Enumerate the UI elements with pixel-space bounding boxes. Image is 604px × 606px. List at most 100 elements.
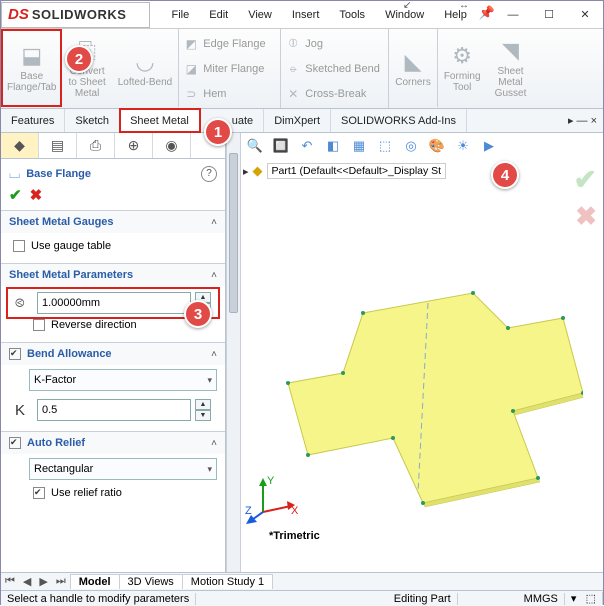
window-controls: — ☐ ✕ (495, 2, 603, 28)
tab-nav-prev[interactable]: ◀ (19, 575, 35, 588)
callout-3: 3 (184, 300, 212, 328)
graphics-viewport[interactable]: 🔍 🔲 ↶ ◧ ▦ ⬚ ◎ 🎨 ☀ ▶ ▸ ◆ Part1 (Default<<… (241, 133, 603, 572)
menu-help[interactable]: Help (434, 5, 477, 25)
tab-dimxpert[interactable]: DimXpert (264, 109, 331, 132)
logo-text: SOLIDWORKS (32, 7, 127, 22)
k-spinner[interactable]: ▲▼ (195, 399, 211, 421)
menu-view[interactable]: View (238, 5, 282, 25)
reverse-direction-checkbox[interactable] (33, 319, 45, 331)
hide-show-icon[interactable]: ◎ (401, 137, 421, 155)
relief-type-value: Rectangular (34, 463, 93, 475)
pm-tab-display[interactable]: ⊕ (115, 133, 153, 158)
view-orient-icon[interactable]: ⬚ (375, 137, 395, 155)
status-extra[interactable]: ▾ ⬚ (565, 592, 603, 605)
scene-icon[interactable]: ☀ (453, 137, 473, 155)
corners-icon: ◣ (405, 49, 422, 75)
pm-title: Base Flange (26, 168, 91, 180)
menu-edit[interactable]: Edit (199, 5, 238, 25)
miter-flange-button[interactable]: ◪Miter Flange (183, 58, 276, 80)
edge-flange-button[interactable]: ◩Edge Flange (183, 33, 276, 55)
display-style-icon[interactable]: ▦ (349, 137, 369, 155)
minimize-button[interactable]: — (495, 2, 531, 28)
maximize-button[interactable]: ☐ (531, 2, 567, 28)
chevron-up-icon: ˄ (211, 217, 217, 228)
corners-label: Corners (395, 77, 431, 88)
relief-ratio-checkbox[interactable] (33, 487, 45, 499)
pin-icon[interactable]: 📌 (479, 5, 495, 25)
lofted-bend-button[interactable]: ◡ Lofted-Bend (112, 29, 180, 107)
hem-button[interactable]: ⊃Hem (183, 83, 276, 105)
part-name[interactable]: Part1 (Default<<Default>_Display St (267, 163, 447, 179)
reverse-direction-label: Reverse direction (51, 319, 137, 331)
render-icon[interactable]: ▶ (479, 137, 499, 155)
forming-tool-button[interactable]: ⚙ Forming Tool (438, 29, 487, 107)
bend-allowance-checkbox[interactable] (9, 348, 21, 360)
section-view-icon[interactable]: ◧ (323, 137, 343, 155)
gusset-button[interactable]: ◥ Sheet Metal Gusset (487, 29, 535, 107)
confirm-ok-icon[interactable]: ✔ (574, 163, 597, 196)
section-bend-title: Bend Allowance (27, 348, 112, 360)
menu-insert[interactable]: Insert (282, 5, 330, 25)
section-gauges-header[interactable]: Sheet Metal Gauges ˄ (1, 211, 225, 233)
tab-motion-study[interactable]: Motion Study 1 (182, 574, 273, 589)
section-relief-header[interactable]: Auto Relief ˄ (1, 432, 225, 454)
auto-relief-checkbox[interactable] (9, 437, 21, 449)
pm-tab-feature[interactable]: ◆ (1, 133, 39, 158)
pm-tab-appearance[interactable]: ◉ (153, 133, 191, 158)
tab-nav-next[interactable]: ▶ (35, 575, 51, 588)
prev-view-icon[interactable]: ↶ (297, 137, 317, 155)
tab-nav-first[interactable]: ⏮ (1, 575, 19, 588)
tab-nav-last[interactable]: ⏭ (52, 575, 70, 588)
use-gauge-checkbox[interactable] (13, 240, 25, 252)
relief-type-select[interactable]: Rectangular ▾ (29, 458, 217, 480)
bend-type-select[interactable]: K-Factor ▾ (29, 369, 217, 391)
menu-file[interactable]: File (162, 5, 200, 25)
model-preview (263, 283, 583, 513)
edge-flange-icon: ◩ (183, 36, 199, 52)
property-manager: ◆ ▤ ⎙ ⊕ ◉ ⌴ Base Flange ? ✔ ✖ Sheet Meta… (1, 133, 226, 572)
tab-sketch[interactable]: Sketch (65, 109, 120, 132)
gusset-label: Sheet Metal Gusset (495, 66, 527, 99)
forming-icon: ⚙ (452, 43, 472, 69)
restore-arrow-icon: ↙ (403, 0, 411, 11)
gusset-icon: ◥ (502, 38, 519, 64)
section-bend-header[interactable]: Bend Allowance ˄ (1, 343, 225, 365)
confirm-cancel-icon[interactable]: ✖ (575, 201, 597, 232)
status-units[interactable]: MMGS (518, 593, 565, 605)
section-relief-title: Auto Relief (27, 437, 85, 449)
base-flange-button[interactable]: ⬓ Base Flange/Tab (1, 29, 62, 107)
scrollbar-thumb[interactable] (229, 153, 238, 313)
logo-ds-icon: DS (8, 6, 29, 23)
appearance-icon[interactable]: 🎨 (427, 137, 447, 155)
sketched-bend-button[interactable]: ⦵Sketched Bend (285, 58, 384, 80)
corners-button[interactable]: ◣ Corners (389, 29, 438, 107)
flyout-expand-icon[interactable]: ▸ (243, 165, 249, 178)
k-factor-input[interactable] (37, 399, 191, 421)
pm-tab-properties[interactable]: ▤ (39, 133, 77, 158)
section-params-header[interactable]: Sheet Metal Parameters ˄ (1, 264, 225, 286)
cross-break-button[interactable]: ✕Cross-Break (285, 83, 384, 105)
zoom-fit-icon[interactable]: 🔍 (245, 137, 265, 155)
pm-tab-config[interactable]: ⎙ (77, 133, 115, 158)
tab-overflow[interactable]: ▸ — × (562, 109, 603, 132)
pm-scrollbar[interactable] (226, 133, 241, 572)
tab-sheet-metal[interactable]: Sheet Metal (120, 109, 200, 132)
pm-cancel-button[interactable]: ✖ (30, 186, 43, 204)
jog-button[interactable]: ⦶Jog (285, 33, 384, 55)
help-icon[interactable]: ? (201, 166, 217, 182)
tab-features[interactable]: Features (1, 109, 65, 132)
tab-model[interactable]: Model (70, 574, 120, 589)
tab-addins[interactable]: SOLIDWORKS Add-Ins (331, 109, 467, 132)
hem-icon: ⊃ (183, 86, 199, 102)
section-gauges-title: Sheet Metal Gauges (9, 216, 114, 228)
thickness-input[interactable] (37, 292, 191, 314)
menu-tools[interactable]: Tools (329, 5, 375, 25)
thickness-icon: ⧀ (15, 296, 33, 311)
close-button[interactable]: ✕ (567, 2, 603, 28)
pm-ok-button[interactable]: ✔ (9, 186, 22, 204)
base-flange-label: Base Flange/Tab (7, 71, 56, 93)
miter-flange-label: Miter Flange (203, 63, 264, 75)
zoom-area-icon[interactable]: 🔲 (271, 137, 291, 155)
tab-3d-views[interactable]: 3D Views (119, 574, 183, 589)
callout-2: 2 (65, 45, 93, 73)
